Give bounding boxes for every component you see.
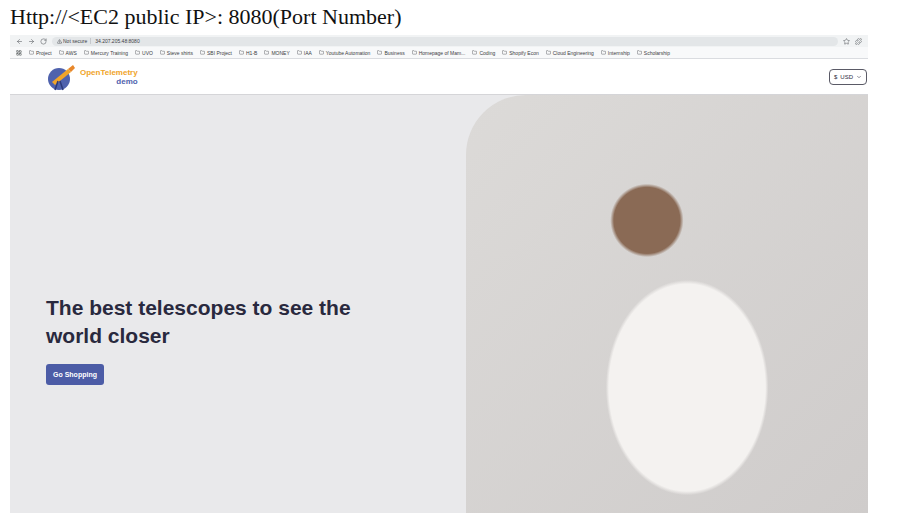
bookmark[interactable]: UVO — [135, 50, 153, 56]
bookmark[interactable]: Project — [29, 50, 52, 56]
url: 34.207.205.48:8080 — [95, 38, 140, 44]
bookmark[interactable]: Shopify Econ — [502, 50, 538, 56]
bookmark[interactable]: Homepage of Mam... — [412, 50, 466, 56]
go-shopping-button[interactable]: Go Shopping — [46, 364, 104, 385]
bookmark[interactable]: Mercury Training — [84, 50, 128, 56]
hero-photo — [466, 95, 868, 513]
logo-sub: demo — [116, 77, 137, 86]
bookmark[interactable]: Internship — [601, 50, 630, 56]
security-badge[interactable]: Not secure — [57, 38, 91, 44]
browser-toolbar: Not secure 34.207.205.48:8080 — [10, 35, 868, 47]
folder-icon — [412, 50, 417, 55]
hero: The best telescopes to see the world clo… — [10, 95, 868, 513]
site-header: OpenTelemetrydemo $USD — [10, 59, 868, 95]
address-bar[interactable]: Not secure 34.207.205.48:8080 — [52, 37, 838, 46]
chevron-down-icon — [856, 74, 862, 80]
folder-icon — [59, 50, 64, 55]
bookmark[interactable]: IAA — [297, 50, 312, 56]
folder-icon — [546, 50, 551, 55]
hero-text: The best telescopes to see the world clo… — [10, 95, 466, 513]
bookmark[interactable]: MONEY — [264, 50, 289, 56]
telescope-logo-icon — [46, 62, 76, 92]
star-icon[interactable] — [843, 38, 850, 45]
apps-icon[interactable] — [16, 50, 22, 56]
folder-icon — [637, 50, 642, 55]
folder-icon — [239, 50, 244, 55]
extensions-icon[interactable] — [855, 38, 862, 45]
bookmark[interactable]: H1-B — [239, 50, 257, 56]
logo-name: OpenTelemetry — [80, 68, 138, 77]
folder-icon — [297, 50, 302, 55]
folder-icon — [200, 50, 205, 55]
caption: Http://<EC2 public IP>: 8080(Port Number… — [0, 0, 901, 32]
folder-icon — [472, 50, 477, 55]
folder-icon — [319, 50, 324, 55]
logo[interactable]: OpenTelemetrydemo — [46, 62, 138, 92]
forward-icon[interactable] — [28, 38, 35, 45]
page: Http://<EC2 public IP>: 8080(Port Number… — [0, 0, 901, 520]
bookmark[interactable]: Coding — [472, 50, 495, 56]
reload-icon[interactable] — [40, 38, 47, 45]
hero-title: The best telescopes to see the world clo… — [46, 294, 406, 350]
bookmark[interactable]: Business — [377, 50, 404, 56]
back-icon[interactable] — [16, 38, 23, 45]
bookmark[interactable]: Youtube Automation — [319, 50, 371, 56]
bookmark[interactable]: AWS — [59, 50, 77, 56]
bookmark[interactable]: Steve shirts — [160, 50, 193, 56]
bookmark[interactable]: Cloud Engineering — [546, 50, 594, 56]
bookmark[interactable]: SBI Project — [200, 50, 232, 56]
currency-select[interactable]: $USD — [829, 69, 867, 85]
folder-icon — [377, 50, 382, 55]
folder-icon — [135, 50, 140, 55]
photo-fill — [466, 95, 868, 513]
folder-icon — [29, 50, 34, 55]
folder-icon — [160, 50, 165, 55]
browser-screenshot: Not secure 34.207.205.48:8080 Project AWS Me… — [10, 35, 868, 513]
warning-icon — [57, 39, 62, 44]
folder-icon — [502, 50, 507, 55]
folder-icon — [84, 50, 89, 55]
bookmarks-bar: Project AWS Mercury Training UVO Steve shirt… — [10, 47, 868, 59]
folder-icon — [601, 50, 606, 55]
bookmark[interactable]: Scholarship — [637, 50, 670, 56]
folder-icon — [264, 50, 269, 55]
